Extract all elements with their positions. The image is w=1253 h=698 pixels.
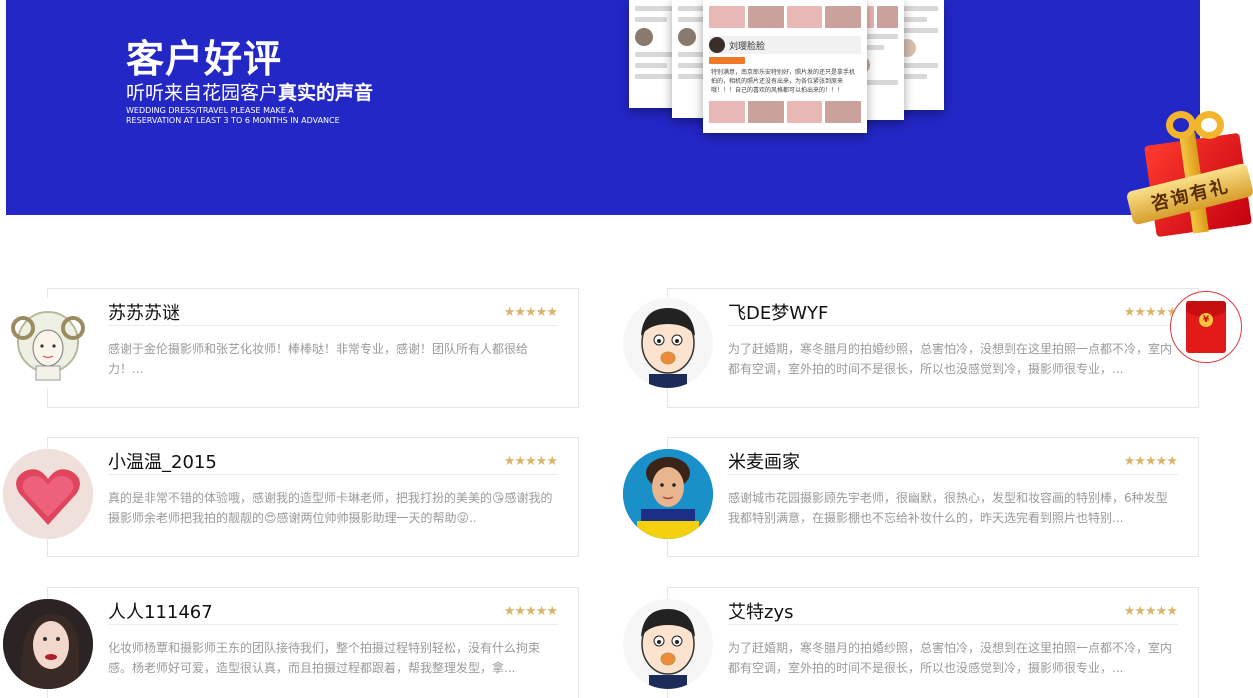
rating-stars: ★★★★★	[1123, 305, 1178, 320]
rating-stars: ★★★★★	[1123, 604, 1178, 619]
mockup-review-text: 特别满意，南京郎乐安特别好，照片发的还只是拿手机拍的，相机的照片还没有出来，为各…	[711, 69, 856, 94]
banner-english-note: WEDDING DRESS/TRAVEL PLEASE MAKE A RESER…	[126, 106, 366, 126]
review-text: 为了赶婚期，寒冬腊月的拍婚纱照，总害怕冷，没想到在这里拍照一点都不冷，室内都有空…	[728, 641, 1173, 675]
reviewer-name: 飞DE梦WYF	[728, 303, 829, 324]
phone-mockup-center: 刘璎脸脸 特别满意，南京郎乐安特别好，照片发的还只是拿手机拍的，相机的照片还没有…	[703, 0, 867, 133]
rating-stars: ★★★★★	[1123, 454, 1178, 469]
reviewer-avatar	[623, 298, 713, 388]
review-text: 化妆师杨覃和摄影师王东的团队接待我们，整个拍摄过程特别轻松，没有什么拘束感。杨老…	[108, 641, 541, 675]
reviewer-avatar	[3, 449, 93, 539]
reviewer-avatar	[623, 599, 713, 689]
review-card[interactable]: 人人111467 ★★★★★ 化妆师杨覃和摄影师王东的团队接待我们，整个拍摄过程…	[47, 587, 579, 698]
gift-bow-icon	[1166, 103, 1230, 143]
review-card[interactable]: 艾特zys ★★★★★ 为了赶婚期，寒冬腊月的拍婚纱照，总害怕冷，没想到在这里拍…	[667, 587, 1199, 698]
rating-stars: ★★★★★	[503, 454, 558, 469]
reviews-banner: 客户好评 听听来自花园客户真实的声音 WEDDING DRESS/TRAVEL …	[6, 0, 1200, 215]
reviewer-avatar	[3, 298, 93, 388]
banner-subtitle-bold: 真实的声音	[278, 82, 374, 104]
reviewer-name: 苏苏苏谜	[108, 303, 180, 324]
consult-gift-badge[interactable]: 咨询有礼	[1125, 103, 1253, 238]
mockup-reviewer-name: 刘璎脸脸	[729, 41, 766, 52]
review-text: 感谢于金伦摄影师和张艺化妆师！棒棒哒！非常专业，感谢！团队所有人都很给力！...	[108, 342, 529, 376]
reviewer-avatar	[3, 599, 93, 689]
red-envelope-icon: ¥	[1186, 301, 1226, 353]
mockup-avatar	[709, 37, 725, 53]
review-text: 真的是非常不错的体验哦，感谢我的造型师卡琳老师，把我打扮的美美的😘感谢我的摄影师…	[108, 491, 553, 525]
review-text: 感谢城市花园摄影顾先宇老师，很幽默，很热心，发型和妆容画的特别棒，6种发型我都特…	[728, 491, 1168, 525]
red-packet-button[interactable]: ¥	[1170, 291, 1242, 363]
reviewer-name: 艾特zys	[728, 602, 794, 623]
review-card[interactable]: 飞DE梦WYF ★★★★★ 为了赶婚期，寒冬腊月的拍婚纱照，总害怕冷，没想到在这…	[667, 288, 1199, 408]
review-text: 为了赶婚期，寒冬腊月的拍婚纱照，总害怕冷，没想到在这里拍照一点都不冷，室内都有空…	[728, 342, 1173, 376]
review-card[interactable]: 小温温_2015 ★★★★★ 真的是非常不错的体验哦，感谢我的造型师卡琳老师，把…	[47, 437, 579, 557]
rating-stars: ★★★★★	[503, 305, 558, 320]
reviewer-avatar	[623, 449, 713, 539]
review-card[interactable]: 苏苏苏谜 ★★★★★ 感谢于金伦摄影师和张艺化妆师！棒棒哒！非常专业，感谢！团队…	[47, 288, 579, 408]
banner-subtitle-plain: 听听来自花园客户	[126, 82, 279, 104]
banner-subtitle: 听听来自花园客户真实的声音	[126, 78, 373, 105]
banner-en-line1: WEDDING DRESS/TRAVEL PLEASE MAKE A	[126, 106, 294, 115]
banner-title: 客户好评	[126, 37, 283, 81]
reviewer-name: 米麦画家	[728, 452, 800, 473]
review-card[interactable]: 米麦画家 ★★★★★ 感谢城市花园摄影顾先宇老师，很幽默，很热心，发型和妆容画的…	[667, 437, 1199, 557]
mockup-rating	[709, 57, 745, 64]
red-packet-symbol: ¥	[1199, 313, 1213, 327]
rating-stars: ★★★★★	[503, 604, 558, 619]
banner-en-line2: RESERVATION AT LEAST 3 TO 6 MONTHS IN AD…	[126, 116, 340, 125]
reviewer-name: 小温温_2015	[108, 452, 217, 473]
reviewer-name: 人人111467	[108, 602, 213, 623]
